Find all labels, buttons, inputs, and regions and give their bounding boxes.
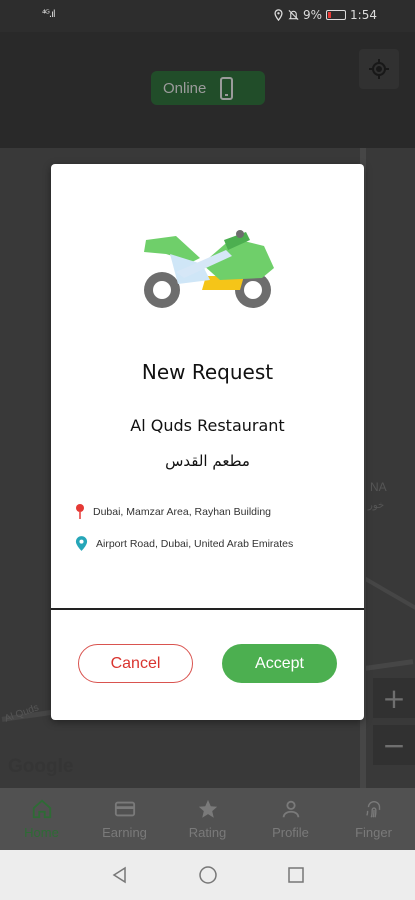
accept-button[interactable]: Accept — [222, 644, 337, 683]
motorcycle-icon — [144, 230, 274, 308]
fingerprint-icon — [365, 801, 380, 818]
cancel-button[interactable]: Cancel — [78, 644, 193, 683]
card-icon — [114, 801, 135, 817]
status-right: 9% 1:54 — [273, 8, 377, 22]
home-icon — [32, 799, 51, 819]
battery-percent: 9% — [303, 8, 323, 22]
location-status-icon — [274, 9, 283, 21]
nav-label: Earning — [102, 825, 147, 840]
restaurant-name: Al Quds Restaurant — [130, 416, 285, 435]
nav-item-rating[interactable]: Rating — [166, 788, 249, 850]
nav-label: Profile — [272, 825, 309, 840]
dropoff-address: Airport Road, Dubai, United Arab Emirate… — [96, 537, 294, 550]
nav-item-profile[interactable]: Profile — [249, 788, 332, 850]
person-icon — [282, 800, 299, 818]
divider — [51, 608, 364, 610]
recents-icon[interactable] — [287, 866, 305, 884]
nav-label: Home — [24, 825, 59, 840]
bottom-navigation: Home Earning Rating Profile Finger — [0, 788, 415, 850]
status-bar: ⁴ᴳ.ıl 9% 1:54 — [0, 0, 415, 32]
pickup-address-row: Dubai, Mamzar Area, Rayhan Building — [75, 504, 271, 520]
dropoff-address-row: Airport Road, Dubai, United Arab Emirate… — [75, 535, 293, 552]
teal-pin-icon — [75, 536, 88, 551]
mute-icon — [288, 10, 299, 20]
red-pin-icon — [76, 504, 84, 519]
nav-item-earning[interactable]: Earning — [83, 788, 166, 850]
battery-icon — [326, 10, 347, 20]
nav-item-home[interactable]: Home — [0, 788, 83, 850]
new-request-dialog: New Request Al Quds Restaurant مطعم القد… — [51, 164, 364, 720]
dialog-title: New Request — [141, 360, 274, 384]
nav-label: Finger — [355, 825, 392, 840]
back-icon[interactable] — [111, 866, 129, 884]
nav-item-finger[interactable]: Finger — [332, 788, 415, 850]
nav-label: Rating — [188, 825, 227, 840]
home-circle-icon[interactable] — [198, 866, 217, 884]
restaurant-name-arabic: مطعم القدس — [165, 452, 250, 470]
pickup-address: Dubai, Mamzar Area, Rayhan Building — [93, 506, 272, 518]
star-icon — [198, 799, 217, 818]
clock: 1:54 — [350, 8, 377, 22]
signal-indicator: ⁴ᴳ.ıl — [42, 9, 56, 20]
system-navigation-bar — [0, 850, 415, 900]
